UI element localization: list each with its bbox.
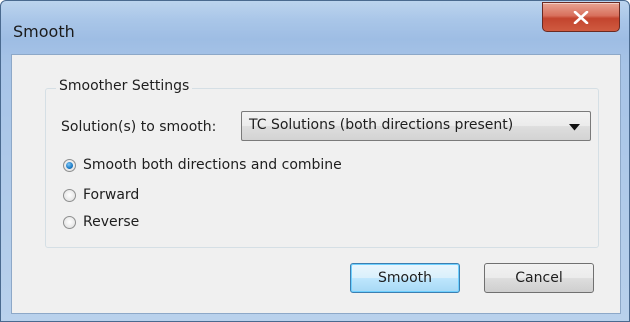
radio-label: Smooth both directions and combine xyxy=(83,157,342,173)
solutions-dropdown[interactable]: TC Solutions (both directions present) xyxy=(241,111,591,141)
chevron-down-icon xyxy=(569,124,580,131)
solutions-label: Solution(s) to smooth: xyxy=(61,119,217,135)
smooth-button[interactable]: Smooth xyxy=(350,263,460,293)
group-legend: Smoother Settings xyxy=(56,78,193,94)
smoother-settings-group: Smoother Settings Solution(s) to smooth:… xyxy=(45,78,599,248)
close-button[interactable] xyxy=(542,2,620,32)
solutions-selected-value: TC Solutions (both directions present) xyxy=(249,117,514,133)
radio-button[interactable] xyxy=(63,189,76,202)
radio-label: Forward xyxy=(83,187,140,203)
radio-button[interactable] xyxy=(63,159,76,172)
radio-label: Reverse xyxy=(83,214,140,230)
cancel-button[interactable]: Cancel xyxy=(484,263,594,293)
radio-button[interactable] xyxy=(63,216,76,229)
smooth-dialog: Smooth Smoother Settings Solution(s) to … xyxy=(0,0,630,322)
window-title: Smooth xyxy=(13,22,75,41)
dialog-body: Smoother Settings Solution(s) to smooth:… xyxy=(11,54,621,314)
close-icon xyxy=(573,11,589,24)
title-bar[interactable]: Smooth xyxy=(1,1,629,53)
